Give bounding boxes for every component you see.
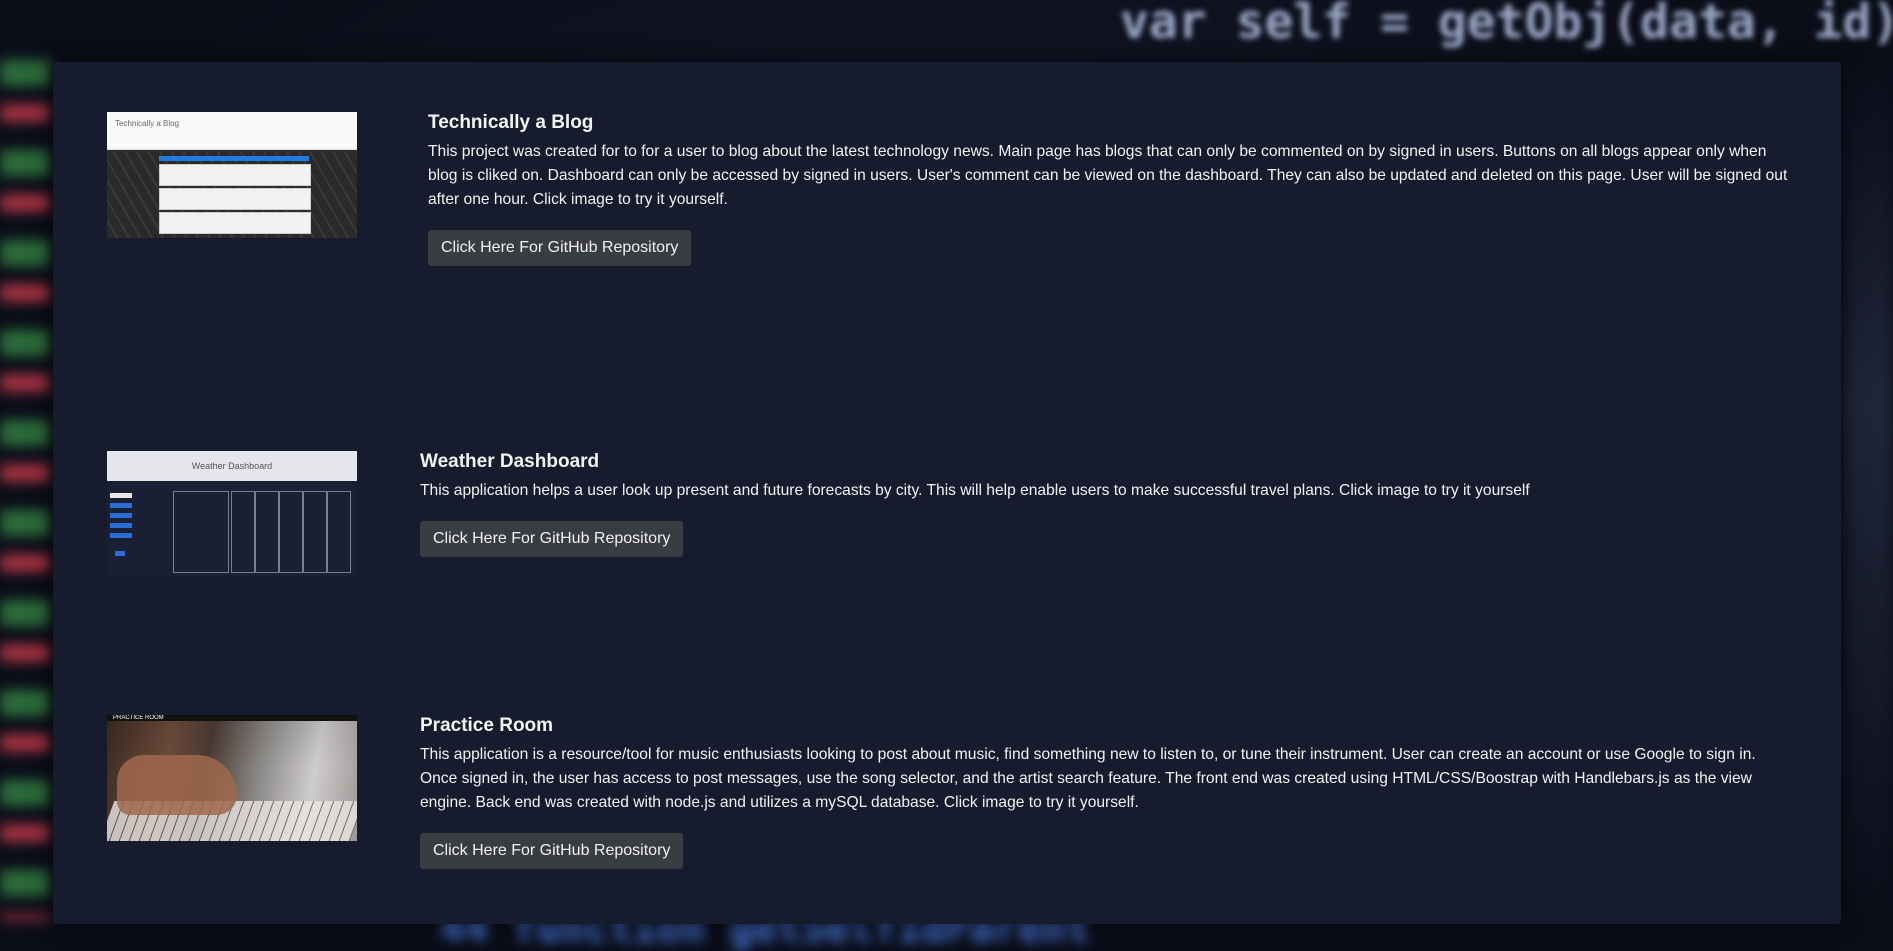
background-code-right [1842,60,1893,920]
project-thumbnail[interactable]: Weather Dashboard [107,451,357,577]
project-title: Practice Room [420,715,554,736]
projects-card: Technically a Blog Technically a Blog Th… [53,62,1841,924]
thumbnail-title: Weather Dashboard [191,461,273,471]
background-code-left [0,60,50,920]
project-info: Technically a Blog This project was crea… [428,112,1788,266]
project-description: This application helps a user look up pr… [420,482,1530,499]
project-info: Weather Dashboard This application helps… [420,451,1780,557]
project-thumbnail[interactable]: Technically a Blog [107,112,357,238]
thumbnail-title: PRACTICE ROOM [113,715,164,721]
project-title: Technically a Blog [428,112,594,133]
thumbnail-title: Technically a Blog [115,119,180,128]
project-thumbnail[interactable]: PRACTICE ROOM [107,715,357,841]
github-repo-button[interactable]: Click Here For GitHub Repository [428,230,692,266]
project-description: This application is a resource/tool for … [420,746,1756,811]
github-repo-button[interactable]: Click Here For GitHub Repository [420,833,684,869]
project-info: Practice Room This application is a reso… [420,715,1780,869]
project-description: This project was created for to for a us… [428,143,1788,208]
github-repo-button[interactable]: Click Here For GitHub Repository [420,521,684,557]
background-code-line: var self = getObj(data, id), [1120,0,1893,50]
project-title: Weather Dashboard [420,451,600,472]
